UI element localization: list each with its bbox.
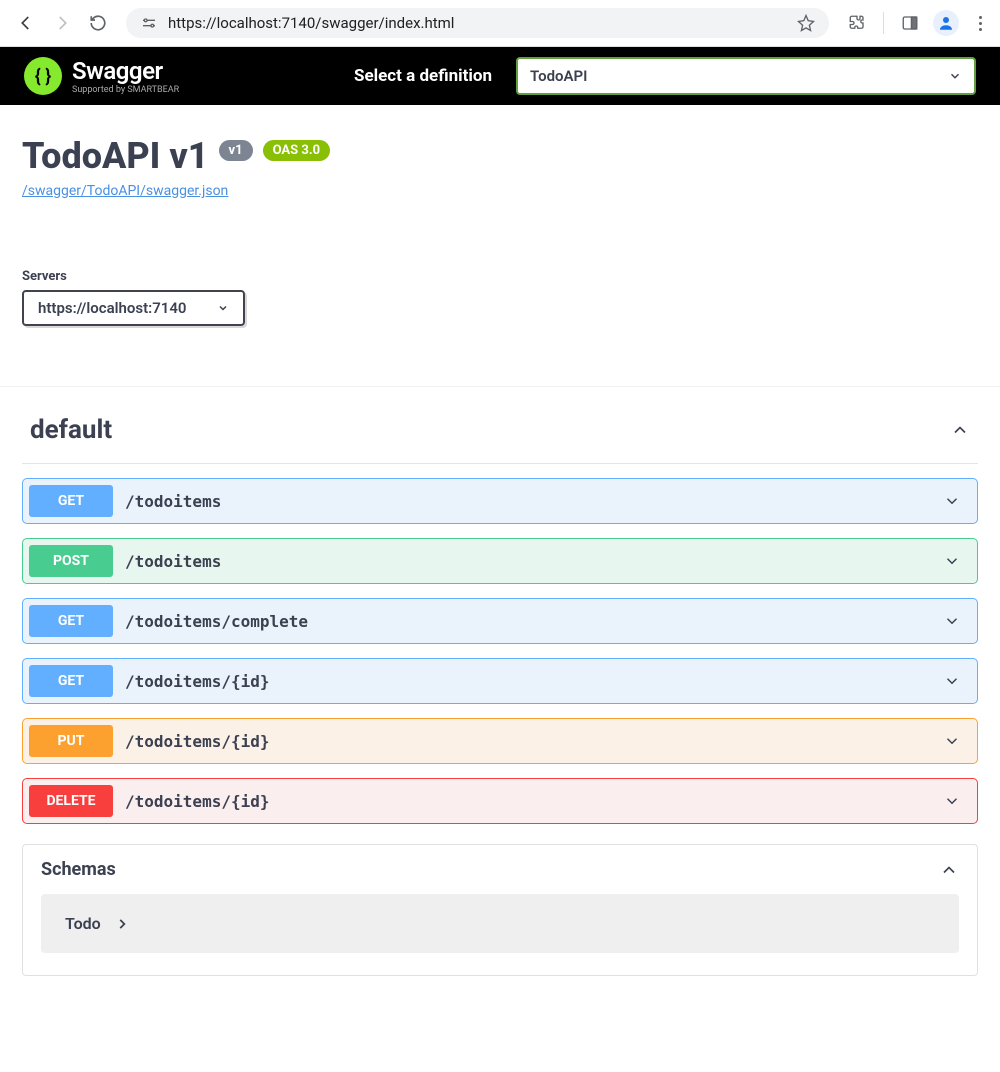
operation-path: /todoitems [125,492,943,511]
swagger-logo[interactable]: { } Swagger Supported by SMARTBEAR [24,57,179,95]
method-badge: GET [29,665,113,697]
chevron-down-icon [943,732,961,750]
logo-title: Swagger [72,57,179,85]
reload-button[interactable] [84,9,112,37]
chevron-down-icon [948,69,962,83]
chevron-right-icon [115,917,129,931]
chevron-down-icon [943,492,961,510]
operation-path: /todoitems [125,552,943,571]
forward-button[interactable] [48,9,76,37]
schema-name: Todo [65,914,101,933]
star-icon[interactable] [797,14,815,32]
operation-get-todoitems-complete[interactable]: GET /todoitems/complete [22,598,978,644]
definition-value: TodoAPI [530,67,587,85]
tag-name: default [30,415,112,445]
method-badge: GET [29,485,113,517]
servers-label: Servers [22,269,978,284]
site-info-icon[interactable] [140,14,158,32]
operation-get-todoitems-id[interactable]: GET /todoitems/{id} [22,658,978,704]
chevron-up-icon [939,860,959,880]
chevron-up-icon [950,420,970,440]
browser-toolbar: https://localhost:7140/swagger/index.htm… [0,0,1000,47]
back-button[interactable] [12,9,40,37]
schemas-header[interactable]: Schemas [23,845,977,894]
select-definition-label: Select a definition [354,66,492,86]
method-badge: DELETE [29,785,113,817]
tag-header-default[interactable]: default [22,405,978,464]
method-badge: POST [29,545,113,577]
definition-select[interactable]: TodoAPI [516,57,976,95]
chevron-down-icon [943,552,961,570]
schemas-label: Schemas [41,859,116,880]
url-text: https://localhost:7140/swagger/index.htm… [168,14,454,32]
schemas-section: Schemas Todo [22,844,978,976]
address-bar[interactable]: https://localhost:7140/swagger/index.htm… [126,8,829,38]
chevron-down-icon [943,792,961,810]
divider [883,12,884,34]
operation-get-todoitems[interactable]: GET /todoitems [22,478,978,524]
profile-avatar[interactable] [932,9,960,37]
method-badge: GET [29,605,113,637]
operation-put-todoitems-id[interactable]: PUT /todoitems/{id} [22,718,978,764]
operation-delete-todoitems-id[interactable]: DELETE /todoitems/{id} [22,778,978,824]
operation-post-todoitems[interactable]: POST /todoitems [22,538,978,584]
chevron-down-icon [943,672,961,690]
spec-link[interactable]: /swagger/TodoAPI/swagger.json [22,183,228,199]
operation-path: /todoitems/{id} [125,672,943,691]
extensions-icon[interactable] [843,9,871,37]
operation-path: /todoitems/complete [125,612,943,631]
oas-badge: OAS 3.0 [263,140,331,161]
swagger-topbar: { } Swagger Supported by SMARTBEAR Selec… [0,47,1000,105]
version-badge: v1 [219,140,253,161]
side-panel-icon[interactable] [896,9,924,37]
browser-menu-icon[interactable] [972,16,988,31]
server-select[interactable]: https://localhost:7140 [22,290,245,326]
logo-subtitle: Supported by SMARTBEAR [72,85,179,95]
server-value: https://localhost:7140 [38,299,187,317]
swagger-logo-icon: { } [24,57,62,95]
chevron-down-icon [943,612,961,630]
chevron-down-icon [217,302,229,314]
method-badge: PUT [29,725,113,757]
schema-item-todo[interactable]: Todo [41,894,959,953]
api-title: TodoAPI v1 [22,135,209,177]
operation-path: /todoitems/{id} [125,792,943,811]
operation-path: /todoitems/{id} [125,732,943,751]
